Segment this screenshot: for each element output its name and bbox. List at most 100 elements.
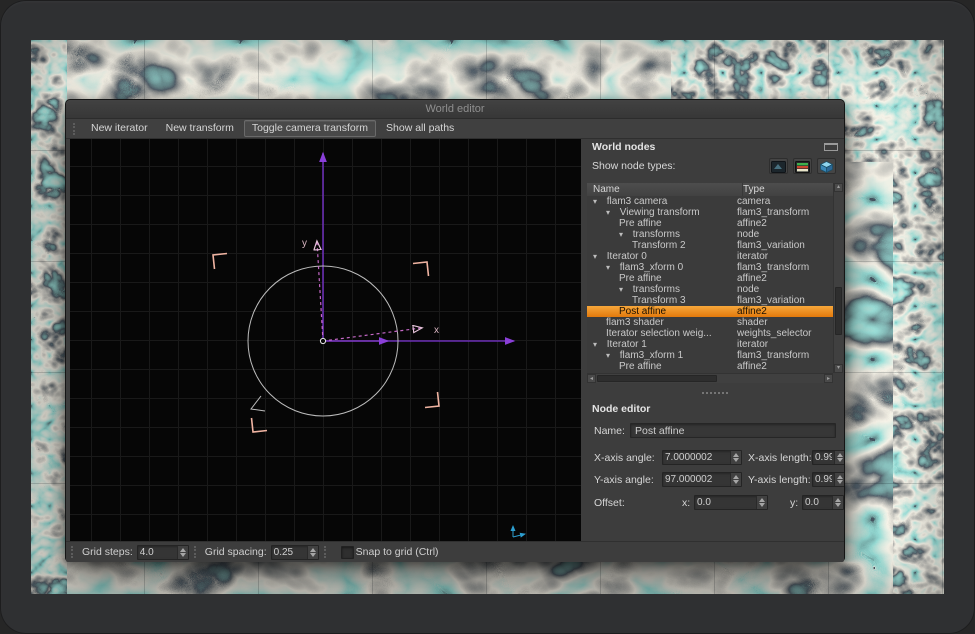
spin-down-icon[interactable] xyxy=(759,503,765,507)
geometry-nodes-filter-button[interactable] xyxy=(817,158,836,174)
tree-row[interactable]: Post affine affine2 xyxy=(587,306,833,317)
spinner-buttons[interactable] xyxy=(177,546,188,559)
toggle-camera-transform-button[interactable]: Toggle camera transform xyxy=(244,120,376,137)
y-axis-angle-input[interactable] xyxy=(663,473,730,486)
node-type: iterator xyxy=(737,339,768,350)
x-axis-angle-input[interactable] xyxy=(663,451,730,464)
offset-x-spinbox[interactable] xyxy=(694,495,768,510)
tree-row[interactable]: Pre affine affine2 xyxy=(587,218,833,229)
tree-vertical-scrollbar[interactable]: ▴ ▾ xyxy=(833,183,843,373)
expander-icon[interactable]: ▾ xyxy=(593,251,604,262)
tree-row[interactable]: Pre affine affine2 xyxy=(587,361,833,372)
y-axis-length-spinbox[interactable] xyxy=(812,472,844,487)
spin-up-icon[interactable] xyxy=(733,453,739,457)
vertical-scrollbar-thumb[interactable] xyxy=(835,287,842,335)
origin-handle[interactable] xyxy=(320,338,325,343)
offset-x-label: x: xyxy=(682,497,690,509)
statusbar-grip-handle[interactable] xyxy=(324,546,328,558)
tree-row[interactable]: Iterator selection weig... weights_selec… xyxy=(587,328,833,339)
window-title: World editor xyxy=(425,103,484,115)
spin-up-icon[interactable] xyxy=(759,498,765,502)
expander-icon[interactable]: ▾ xyxy=(593,196,604,207)
spin-up-icon[interactable] xyxy=(310,548,316,552)
expander-icon[interactable]: ▾ xyxy=(606,207,617,218)
offset-x-input[interactable] xyxy=(695,496,756,509)
world-viewport-canvas[interactable]: y x xyxy=(70,139,581,541)
node-tree-body[interactable]: ▾ flam3 camera camera ▾ Viewing transfor… xyxy=(587,196,833,373)
spin-down-icon[interactable] xyxy=(180,553,186,557)
world-canvas-svg[interactable]: y x xyxy=(70,139,581,541)
offset-y-input[interactable] xyxy=(803,496,832,509)
scroll-left-icon[interactable]: ◂ xyxy=(587,374,596,383)
tree-row[interactable]: ▾ flam3_xform 0 flam3_transform xyxy=(587,262,833,273)
tree-row[interactable]: ▾ transforms node xyxy=(587,284,833,295)
tree-row[interactable]: ▾ Iterator 1 iterator xyxy=(587,339,833,350)
tree-row[interactable]: ▾ flam3 camera camera xyxy=(587,196,833,207)
spin-up-icon[interactable] xyxy=(733,475,739,479)
offset-y-spinbox[interactable] xyxy=(802,495,844,510)
grid-steps-spinbox[interactable] xyxy=(137,545,189,560)
tree-horizontal-scrollbar[interactable]: ◂ ▸ xyxy=(587,373,833,383)
tree-row[interactable]: ▾ Viewing transform flam3_transform xyxy=(587,207,833,218)
expander-icon[interactable]: ▾ xyxy=(619,229,630,240)
spinner-buttons[interactable] xyxy=(834,451,844,464)
spinner-buttons[interactable] xyxy=(832,496,843,509)
horizontal-scrollbar-thumb[interactable] xyxy=(597,375,717,382)
window-titlebar[interactable]: World editor xyxy=(66,100,844,119)
x-axis-angle-spinbox[interactable] xyxy=(662,450,742,465)
camera-nodes-filter-button[interactable] xyxy=(769,158,788,174)
scroll-right-icon[interactable]: ▸ xyxy=(824,374,833,383)
toolbar-grip-handle[interactable] xyxy=(73,123,77,135)
scroll-down-icon[interactable]: ▾ xyxy=(834,364,843,373)
expander-icon[interactable]: ▾ xyxy=(619,284,630,295)
node-name-input[interactable] xyxy=(630,423,836,438)
spin-up-icon[interactable] xyxy=(180,548,186,552)
expander-icon[interactable]: ▾ xyxy=(606,350,617,361)
expander-icon[interactable]: ▾ xyxy=(606,262,617,273)
spin-down-icon[interactable] xyxy=(310,553,316,557)
y-axis-row: Y-axis angle: Y-axis length: xyxy=(586,472,844,488)
tree-row[interactable]: Pre affine affine2 xyxy=(587,273,833,284)
spin-up-icon[interactable] xyxy=(835,498,841,502)
shader-nodes-filter-button[interactable] xyxy=(793,158,812,174)
tree-row[interactable]: ▾ Iterator 0 iterator xyxy=(587,251,833,262)
spin-down-icon[interactable] xyxy=(733,480,739,484)
spinner-buttons[interactable] xyxy=(730,451,741,464)
statusbar-grip-handle[interactable] xyxy=(194,546,198,558)
show-all-paths-button[interactable]: Show all paths xyxy=(378,120,462,137)
geometry-nodes-filter-icon xyxy=(819,161,834,173)
tree-row[interactable]: Transform 3 flam3_variation xyxy=(587,295,833,306)
new-iterator-button[interactable]: New iterator xyxy=(83,120,156,137)
scroll-up-icon[interactable]: ▴ xyxy=(834,183,843,192)
y-axis-angle-spinbox[interactable] xyxy=(662,472,742,487)
spinner-buttons[interactable] xyxy=(730,473,741,486)
spinner-buttons[interactable] xyxy=(307,546,318,559)
grid-steps-input[interactable] xyxy=(138,546,177,559)
float-panel-icon[interactable] xyxy=(824,143,838,151)
statusbar-grip-handle[interactable] xyxy=(71,546,75,558)
spin-down-icon[interactable] xyxy=(835,503,841,507)
tree-row[interactable]: ▾ transforms node xyxy=(587,229,833,240)
spin-down-icon[interactable] xyxy=(733,458,739,462)
tree-row[interactable]: flam3 shader shader xyxy=(587,317,833,328)
node-editor-header: Node editor xyxy=(586,401,844,417)
snap-to-grid-checkbox[interactable] xyxy=(341,546,354,559)
spin-up-icon[interactable] xyxy=(837,453,843,457)
y-axis-length-input[interactable] xyxy=(813,473,834,486)
new-transform-button[interactable]: New transform xyxy=(158,120,242,137)
spin-down-icon[interactable] xyxy=(837,458,843,462)
panel-splitter-handle[interactable] xyxy=(586,389,844,397)
grid-spacing-input[interactable] xyxy=(272,546,307,559)
spinner-buttons[interactable] xyxy=(756,496,767,509)
column-header-type[interactable]: Type xyxy=(737,183,833,196)
x-axis-length-input[interactable] xyxy=(813,451,834,464)
tree-row[interactable]: Transform 2 flam3_variation xyxy=(587,240,833,251)
grid-spacing-spinbox[interactable] xyxy=(271,545,319,560)
spin-up-icon[interactable] xyxy=(837,475,843,479)
column-header-name[interactable]: Name xyxy=(587,183,743,196)
expander-icon[interactable]: ▾ xyxy=(593,339,604,350)
x-axis-length-spinbox[interactable] xyxy=(812,450,844,465)
tree-row[interactable]: ▾ flam3_xform 1 flam3_transform xyxy=(587,350,833,361)
spin-down-icon[interactable] xyxy=(837,480,843,484)
spinner-buttons[interactable] xyxy=(834,473,844,486)
